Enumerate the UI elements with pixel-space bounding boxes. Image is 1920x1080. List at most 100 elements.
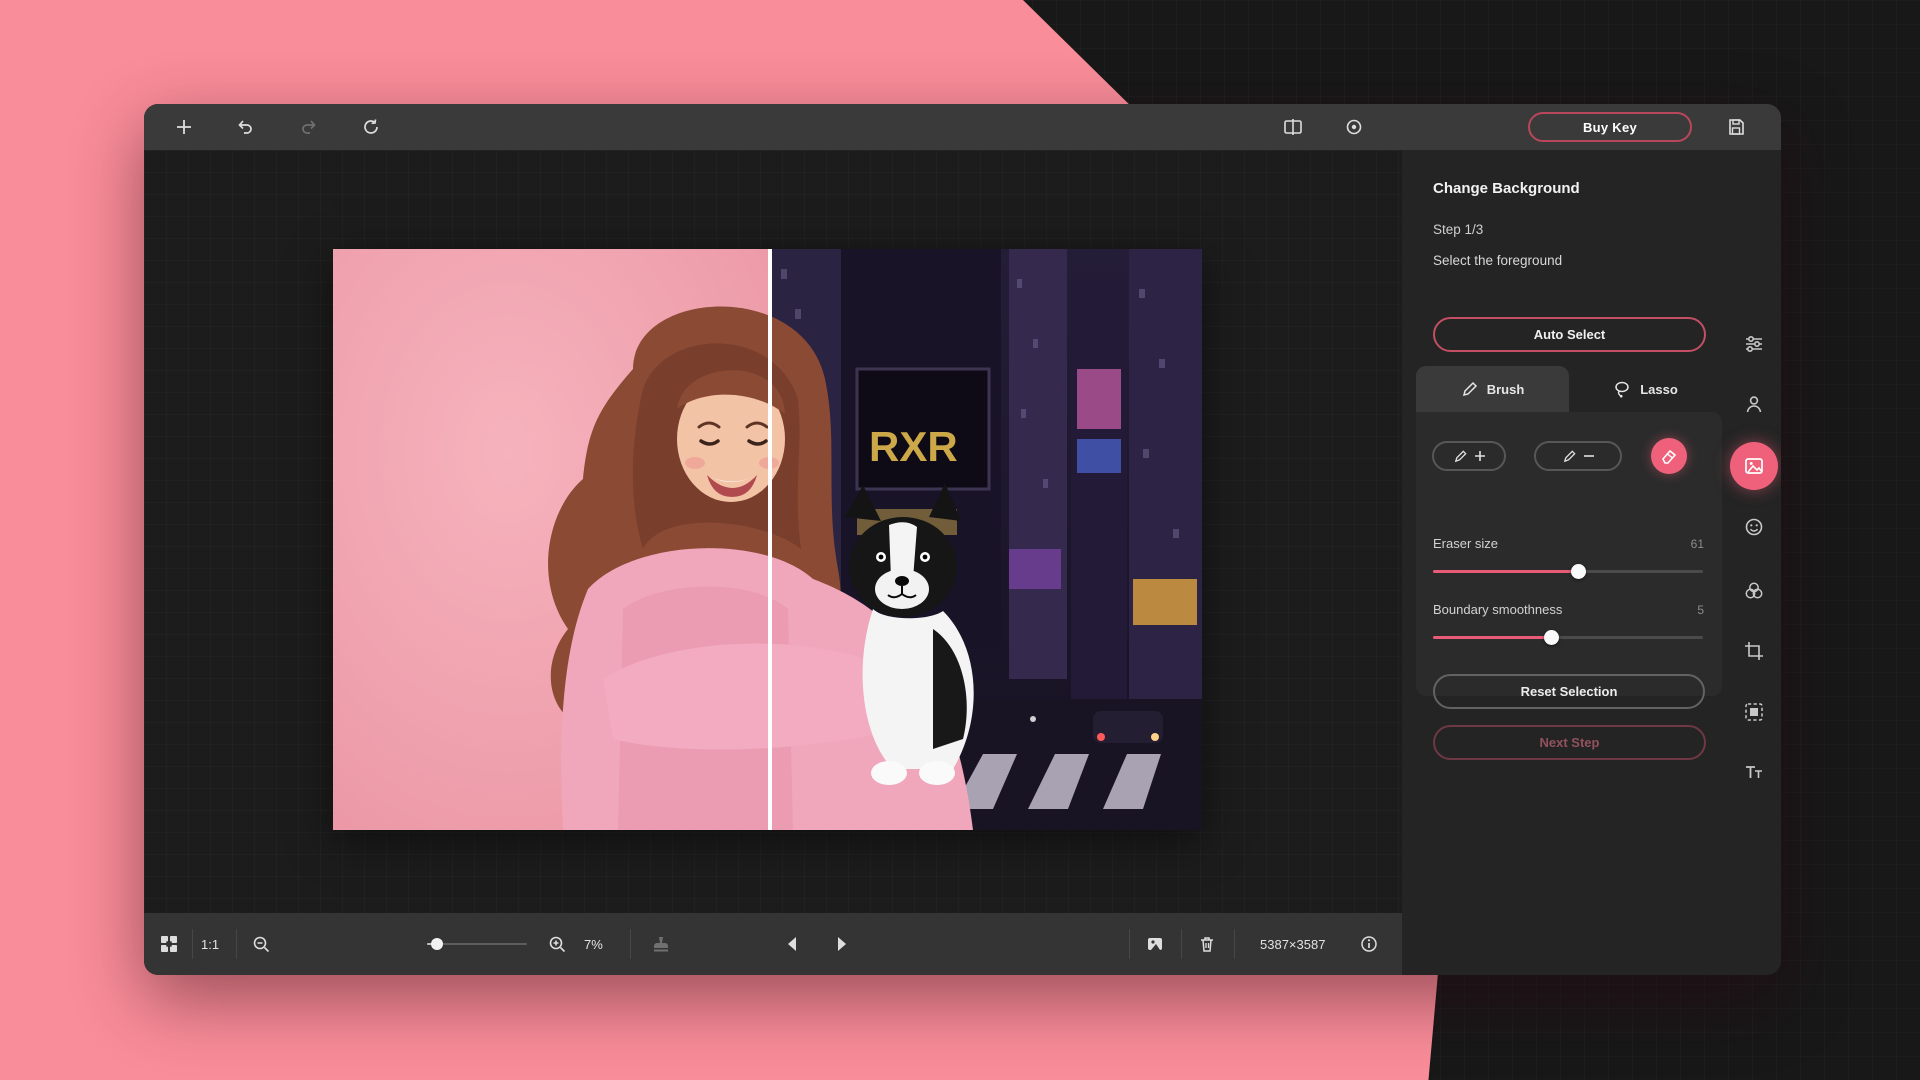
crop-icon <box>1743 640 1765 662</box>
lasso-icon <box>1613 380 1631 398</box>
crop-tool-button[interactable] <box>1736 633 1772 669</box>
pen-icon <box>1562 449 1577 464</box>
text-tool-button[interactable] <box>1736 754 1772 790</box>
next-arrow-icon <box>832 935 850 953</box>
portrait-tool-button[interactable] <box>1736 386 1772 422</box>
frame-tool-button[interactable] <box>1736 694 1772 730</box>
smoothness-label: Boundary smoothness <box>1433 602 1562 617</box>
image-thumbnail-button[interactable] <box>1138 927 1172 961</box>
adjustments-tool-button[interactable] <box>1736 326 1772 362</box>
billboard-sign-text: RXR <box>869 423 958 470</box>
adjustment-sliders-icon <box>1743 333 1765 355</box>
buy-key-button[interactable]: Buy Key <box>1528 112 1692 142</box>
brush-add-button[interactable] <box>1432 441 1506 471</box>
smoothness-value: 5 <box>1697 603 1704 617</box>
separator <box>630 929 631 959</box>
stamp-tool-button[interactable] <box>644 927 678 961</box>
ratio-label[interactable]: 1:1 <box>201 913 219 975</box>
change-background-icon <box>1743 455 1765 477</box>
auto-select-button[interactable]: Auto Select <box>1433 317 1706 352</box>
previous-arrow-icon <box>784 935 802 953</box>
buy-key-label: Buy Key <box>1583 120 1637 135</box>
eraser-size-label: Eraser size <box>1433 536 1498 551</box>
brush-icon <box>1461 381 1478 398</box>
eraser-size-value: 61 <box>1691 537 1704 551</box>
trash-icon <box>1197 934 1217 954</box>
slider-fill <box>1433 570 1579 573</box>
delete-image-button[interactable] <box>1190 927 1224 961</box>
tab-lasso[interactable]: Lasso <box>1569 366 1722 412</box>
photo-canvas[interactable]: RXR <box>333 249 1202 830</box>
redo-button[interactable] <box>292 110 326 144</box>
reload-icon <box>361 117 381 137</box>
reset-image-button[interactable] <box>354 110 388 144</box>
info-button[interactable] <box>1352 927 1386 961</box>
frame-icon <box>1743 701 1765 723</box>
tool-tabs: Brush Lasso <box>1416 366 1722 412</box>
color-filter-tool-button[interactable] <box>1736 573 1772 609</box>
undo-button[interactable] <box>228 110 262 144</box>
previous-image-button[interactable] <box>776 927 810 961</box>
slider-fill <box>1433 636 1552 639</box>
plus-icon <box>1474 450 1486 462</box>
selection-tool-card: Brush Lasso <box>1416 366 1722 696</box>
eraser-tool-button[interactable] <box>1651 438 1687 474</box>
minus-icon <box>1583 450 1595 462</box>
smoothness-slider[interactable] <box>1433 630 1703 644</box>
redo-icon <box>299 117 319 137</box>
tab-brush[interactable]: Brush <box>1416 366 1569 412</box>
info-icon <box>1359 934 1379 954</box>
preview-button[interactable] <box>1337 110 1371 144</box>
brush-settings: Eraser size 61 Boundary smoothness 5 <box>1416 412 1722 696</box>
fit-screen-button[interactable] <box>152 927 186 961</box>
new-project-button[interactable] <box>167 110 201 144</box>
zoom-value: 7% <box>584 913 603 975</box>
image-icon <box>1145 934 1165 954</box>
bottom-toolbar: 1:1 7% <box>144 913 1402 975</box>
plus-icon <box>174 117 194 137</box>
next-step-button[interactable]: Next Step <box>1433 725 1706 760</box>
smiley-icon <box>1743 516 1765 538</box>
right-panel: Change Background Step 1/3 Select the fo… <box>1402 150 1781 975</box>
split-view-icon <box>1282 117 1304 137</box>
change-background-tool-button[interactable] <box>1730 442 1778 490</box>
preview-target-icon <box>1344 117 1364 137</box>
save-icon <box>1726 117 1746 137</box>
step-instruction: Select the foreground <box>1433 253 1562 268</box>
pen-icon <box>1453 449 1468 464</box>
image-dimensions: 5387×3587 <box>1260 913 1325 975</box>
stamp-icon <box>651 934 671 954</box>
save-button[interactable] <box>1719 110 1753 144</box>
separator <box>1181 929 1182 959</box>
zoom-slider-knob[interactable] <box>431 938 443 950</box>
zoom-out-button[interactable] <box>244 927 278 961</box>
slider-knob[interactable] <box>1544 630 1559 645</box>
step-indicator: Step 1/3 <box>1433 222 1483 237</box>
separator <box>1129 929 1130 959</box>
panel-title: Change Background <box>1433 180 1580 197</box>
slider-knob[interactable] <box>1571 564 1586 579</box>
text-icon <box>1743 761 1765 783</box>
brush-subtract-button[interactable] <box>1534 441 1622 471</box>
separator <box>192 929 193 959</box>
next-image-button[interactable] <box>824 927 858 961</box>
zoom-slider[interactable] <box>427 943 527 945</box>
eraser-size-slider[interactable] <box>1433 564 1703 578</box>
zoom-in-button[interactable] <box>540 927 574 961</box>
emoji-tool-button[interactable] <box>1736 509 1772 545</box>
split-view-button[interactable] <box>1276 110 1310 144</box>
zoom-out-icon <box>251 934 271 954</box>
separator <box>236 929 237 959</box>
undo-icon <box>235 117 255 137</box>
tool-rail <box>1726 150 1781 975</box>
app-window: Buy Key <box>144 104 1781 975</box>
desktop-background: Buy Key <box>0 0 1920 1080</box>
reset-selection-button[interactable]: Reset Selection <box>1433 674 1705 709</box>
top-toolbar: Buy Key <box>144 104 1781 150</box>
color-wheel-icon <box>1743 580 1765 602</box>
person-icon <box>1743 393 1765 415</box>
canvas-area[interactable]: RXR <box>144 150 1402 913</box>
eraser-icon <box>1660 447 1678 465</box>
separator <box>1234 929 1235 959</box>
fit-screen-icon <box>159 934 179 954</box>
